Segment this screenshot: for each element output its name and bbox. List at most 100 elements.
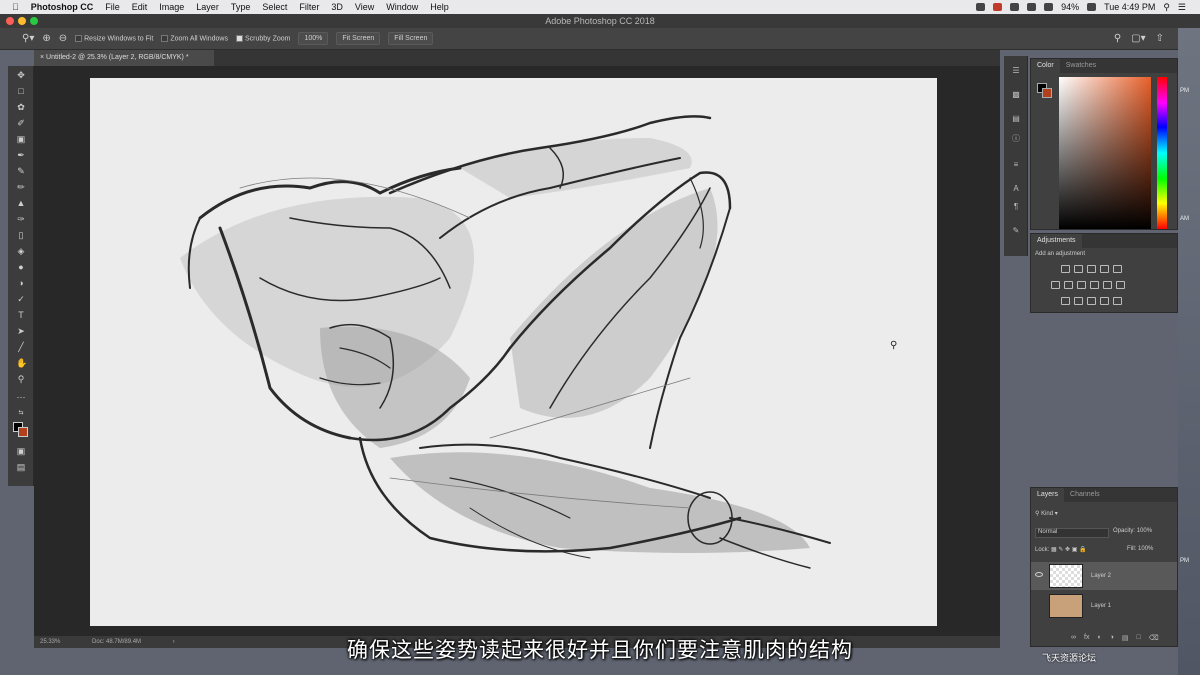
- menu-image[interactable]: Image: [159, 2, 184, 12]
- healing-brush-tool-icon[interactable]: ✎: [16, 166, 26, 176]
- tab-color[interactable]: Color: [1031, 59, 1060, 73]
- vibrance-icon[interactable]: [1113, 265, 1122, 273]
- hue-slider[interactable]: [1157, 77, 1167, 229]
- background-color-swatch[interactable]: [1042, 88, 1052, 98]
- visibility-eye-icon[interactable]: [1035, 572, 1043, 577]
- zoom-out-icon[interactable]: ⊖: [59, 33, 67, 44]
- document-tab[interactable]: × Untitled-2 @ 25.3% (Layer 2, RGB/8/CMY…: [34, 50, 214, 66]
- status-app-icon[interactable]: [993, 3, 1003, 11]
- move-tool-icon[interactable]: ✥: [16, 70, 26, 80]
- histogram-panel-icon[interactable]: ▩: [1010, 90, 1022, 100]
- history-brush-tool-icon[interactable]: ✑: [16, 214, 26, 224]
- levels-icon[interactable]: [1074, 265, 1083, 273]
- document-canvas[interactable]: ⚲: [90, 78, 937, 626]
- menu-select[interactable]: Select: [262, 2, 287, 12]
- battery-icon[interactable]: [1087, 3, 1097, 11]
- hue-saturation-icon[interactable]: [1051, 281, 1060, 289]
- tab-layers[interactable]: Layers: [1031, 488, 1065, 502]
- scrubby-zoom-checkbox[interactable]: Scrubby Zoom: [235, 34, 290, 42]
- selective-color-icon[interactable]: [1113, 297, 1122, 305]
- workspace-icon[interactable]: ▢▾: [1131, 33, 1145, 44]
- menu-3d[interactable]: 3D: [331, 2, 343, 12]
- dodge-tool-icon[interactable]: ◑: [16, 278, 26, 288]
- wifi-icon[interactable]: [1044, 3, 1054, 11]
- clone-stamp-tool-icon[interactable]: ▲: [16, 198, 26, 208]
- layer-row-layer-2[interactable]: Layer 2: [1031, 562, 1177, 590]
- tab-adjustments[interactable]: Adjustments: [1031, 234, 1082, 248]
- close-tab-icon[interactable]: ×: [40, 54, 44, 61]
- menu-filter[interactable]: Filter: [299, 2, 319, 12]
- layer-row-layer-1[interactable]: Layer 1: [1031, 592, 1177, 620]
- info-panel-icon[interactable]: ▤: [1010, 114, 1022, 124]
- fit-screen-button[interactable]: Fit Screen: [336, 32, 381, 45]
- close-window-button[interactable]: [6, 17, 14, 25]
- menu-app-name[interactable]: Photoshop CC: [31, 2, 94, 12]
- line-tool-icon[interactable]: ╱: [16, 342, 26, 352]
- history-panel-icon[interactable]: ☰: [1010, 66, 1022, 76]
- character-panel-icon[interactable]: A: [1010, 184, 1022, 194]
- status-app-icon[interactable]: [1010, 3, 1020, 11]
- menu-type[interactable]: Type: [231, 2, 251, 12]
- color-field[interactable]: [1059, 77, 1151, 229]
- tab-swatches[interactable]: Swatches: [1060, 59, 1102, 73]
- curves-icon[interactable]: [1087, 265, 1096, 273]
- zoom-100-button[interactable]: 100%: [298, 32, 329, 45]
- lasso-tool-icon[interactable]: ✿: [16, 102, 26, 112]
- zoom-tool-icon[interactable]: ⚲▾: [22, 33, 34, 44]
- posterize-icon[interactable]: [1074, 297, 1083, 305]
- maximize-window-button[interactable]: [30, 17, 38, 25]
- photo-filter-icon[interactable]: [1090, 281, 1099, 289]
- hand-tool-icon[interactable]: ✋: [16, 358, 27, 368]
- apple-icon[interactable]: : [12, 2, 19, 12]
- resize-windows-checkbox[interactable]: Resize Windows to Fit: [75, 34, 153, 42]
- menu-file[interactable]: File: [105, 2, 120, 12]
- background-color-swatch[interactable]: [18, 427, 28, 437]
- menu-window[interactable]: Window: [386, 2, 418, 12]
- path-select-tool-icon[interactable]: ➤: [16, 326, 26, 336]
- crop-tool-icon[interactable]: ▣: [16, 134, 26, 144]
- filter-kind-select[interactable]: ⚲ Kind ▾: [1035, 510, 1058, 517]
- zoom-all-windows-checkbox[interactable]: Zoom All Windows: [161, 34, 228, 42]
- menu-layer[interactable]: Layer: [196, 2, 219, 12]
- screen-mode-icon[interactable]: ▤: [16, 462, 26, 472]
- search-icon[interactable]: ⚲: [1163, 2, 1170, 13]
- pen-tool-icon[interactable]: ✓: [16, 294, 26, 304]
- status-app-icon[interactable]: [1027, 3, 1037, 11]
- invert-icon[interactable]: [1061, 297, 1070, 305]
- menu-list-icon[interactable]: ☰: [1178, 2, 1186, 13]
- menu-view[interactable]: View: [355, 2, 374, 12]
- color-balance-icon[interactable]: [1064, 281, 1073, 289]
- properties-panel-icon[interactable]: ⓘ: [1010, 134, 1022, 144]
- threshold-icon[interactable]: [1087, 297, 1096, 305]
- minimize-window-button[interactable]: [18, 17, 26, 25]
- paragraph-panel-icon[interactable]: ¶: [1010, 202, 1022, 212]
- zoom-in-icon[interactable]: ⊕: [42, 33, 50, 44]
- brush-tool-icon[interactable]: ✏: [16, 182, 26, 192]
- blend-mode-select[interactable]: Normal: [1035, 528, 1109, 538]
- gradient-map-icon[interactable]: [1100, 297, 1109, 305]
- exposure-icon[interactable]: [1100, 265, 1109, 273]
- channel-mixer-icon[interactable]: [1103, 281, 1112, 289]
- quick-mask-icon[interactable]: ▣: [16, 446, 26, 456]
- blur-tool-icon[interactable]: ●: [16, 262, 26, 272]
- quick-select-tool-icon[interactable]: ✐: [16, 118, 26, 128]
- eyedropper-tool-icon[interactable]: ✒: [16, 150, 26, 160]
- status-app-icon[interactable]: [976, 3, 986, 11]
- type-tool-icon[interactable]: T: [16, 310, 26, 320]
- lock-controls[interactable]: Lock: ▦ ✎ ✥ ▣ 🔒: [1035, 546, 1087, 553]
- marquee-tool-icon[interactable]: □: [16, 86, 26, 96]
- share-icon[interactable]: ⇧: [1156, 33, 1164, 44]
- more-tools-icon[interactable]: ⋯: [16, 392, 26, 402]
- fill-screen-button[interactable]: Fill Screen: [388, 32, 434, 45]
- brightness-contrast-icon[interactable]: [1061, 265, 1070, 273]
- clock[interactable]: Tue 4:49 PM: [1104, 2, 1155, 12]
- brush-settings-panel-icon[interactable]: ✎: [1010, 226, 1022, 236]
- fill-control[interactable]: Fill: 100%: [1127, 546, 1153, 552]
- adjust-panel-icon[interactable]: ≡: [1010, 160, 1022, 170]
- black-white-icon[interactable]: [1077, 281, 1086, 289]
- eraser-tool-icon[interactable]: ▯: [16, 230, 26, 240]
- color-lookup-icon[interactable]: [1116, 281, 1125, 289]
- paint-bucket-tool-icon[interactable]: ◈: [16, 246, 26, 256]
- menu-edit[interactable]: Edit: [132, 2, 148, 12]
- search-icon[interactable]: ⚲: [1114, 33, 1121, 44]
